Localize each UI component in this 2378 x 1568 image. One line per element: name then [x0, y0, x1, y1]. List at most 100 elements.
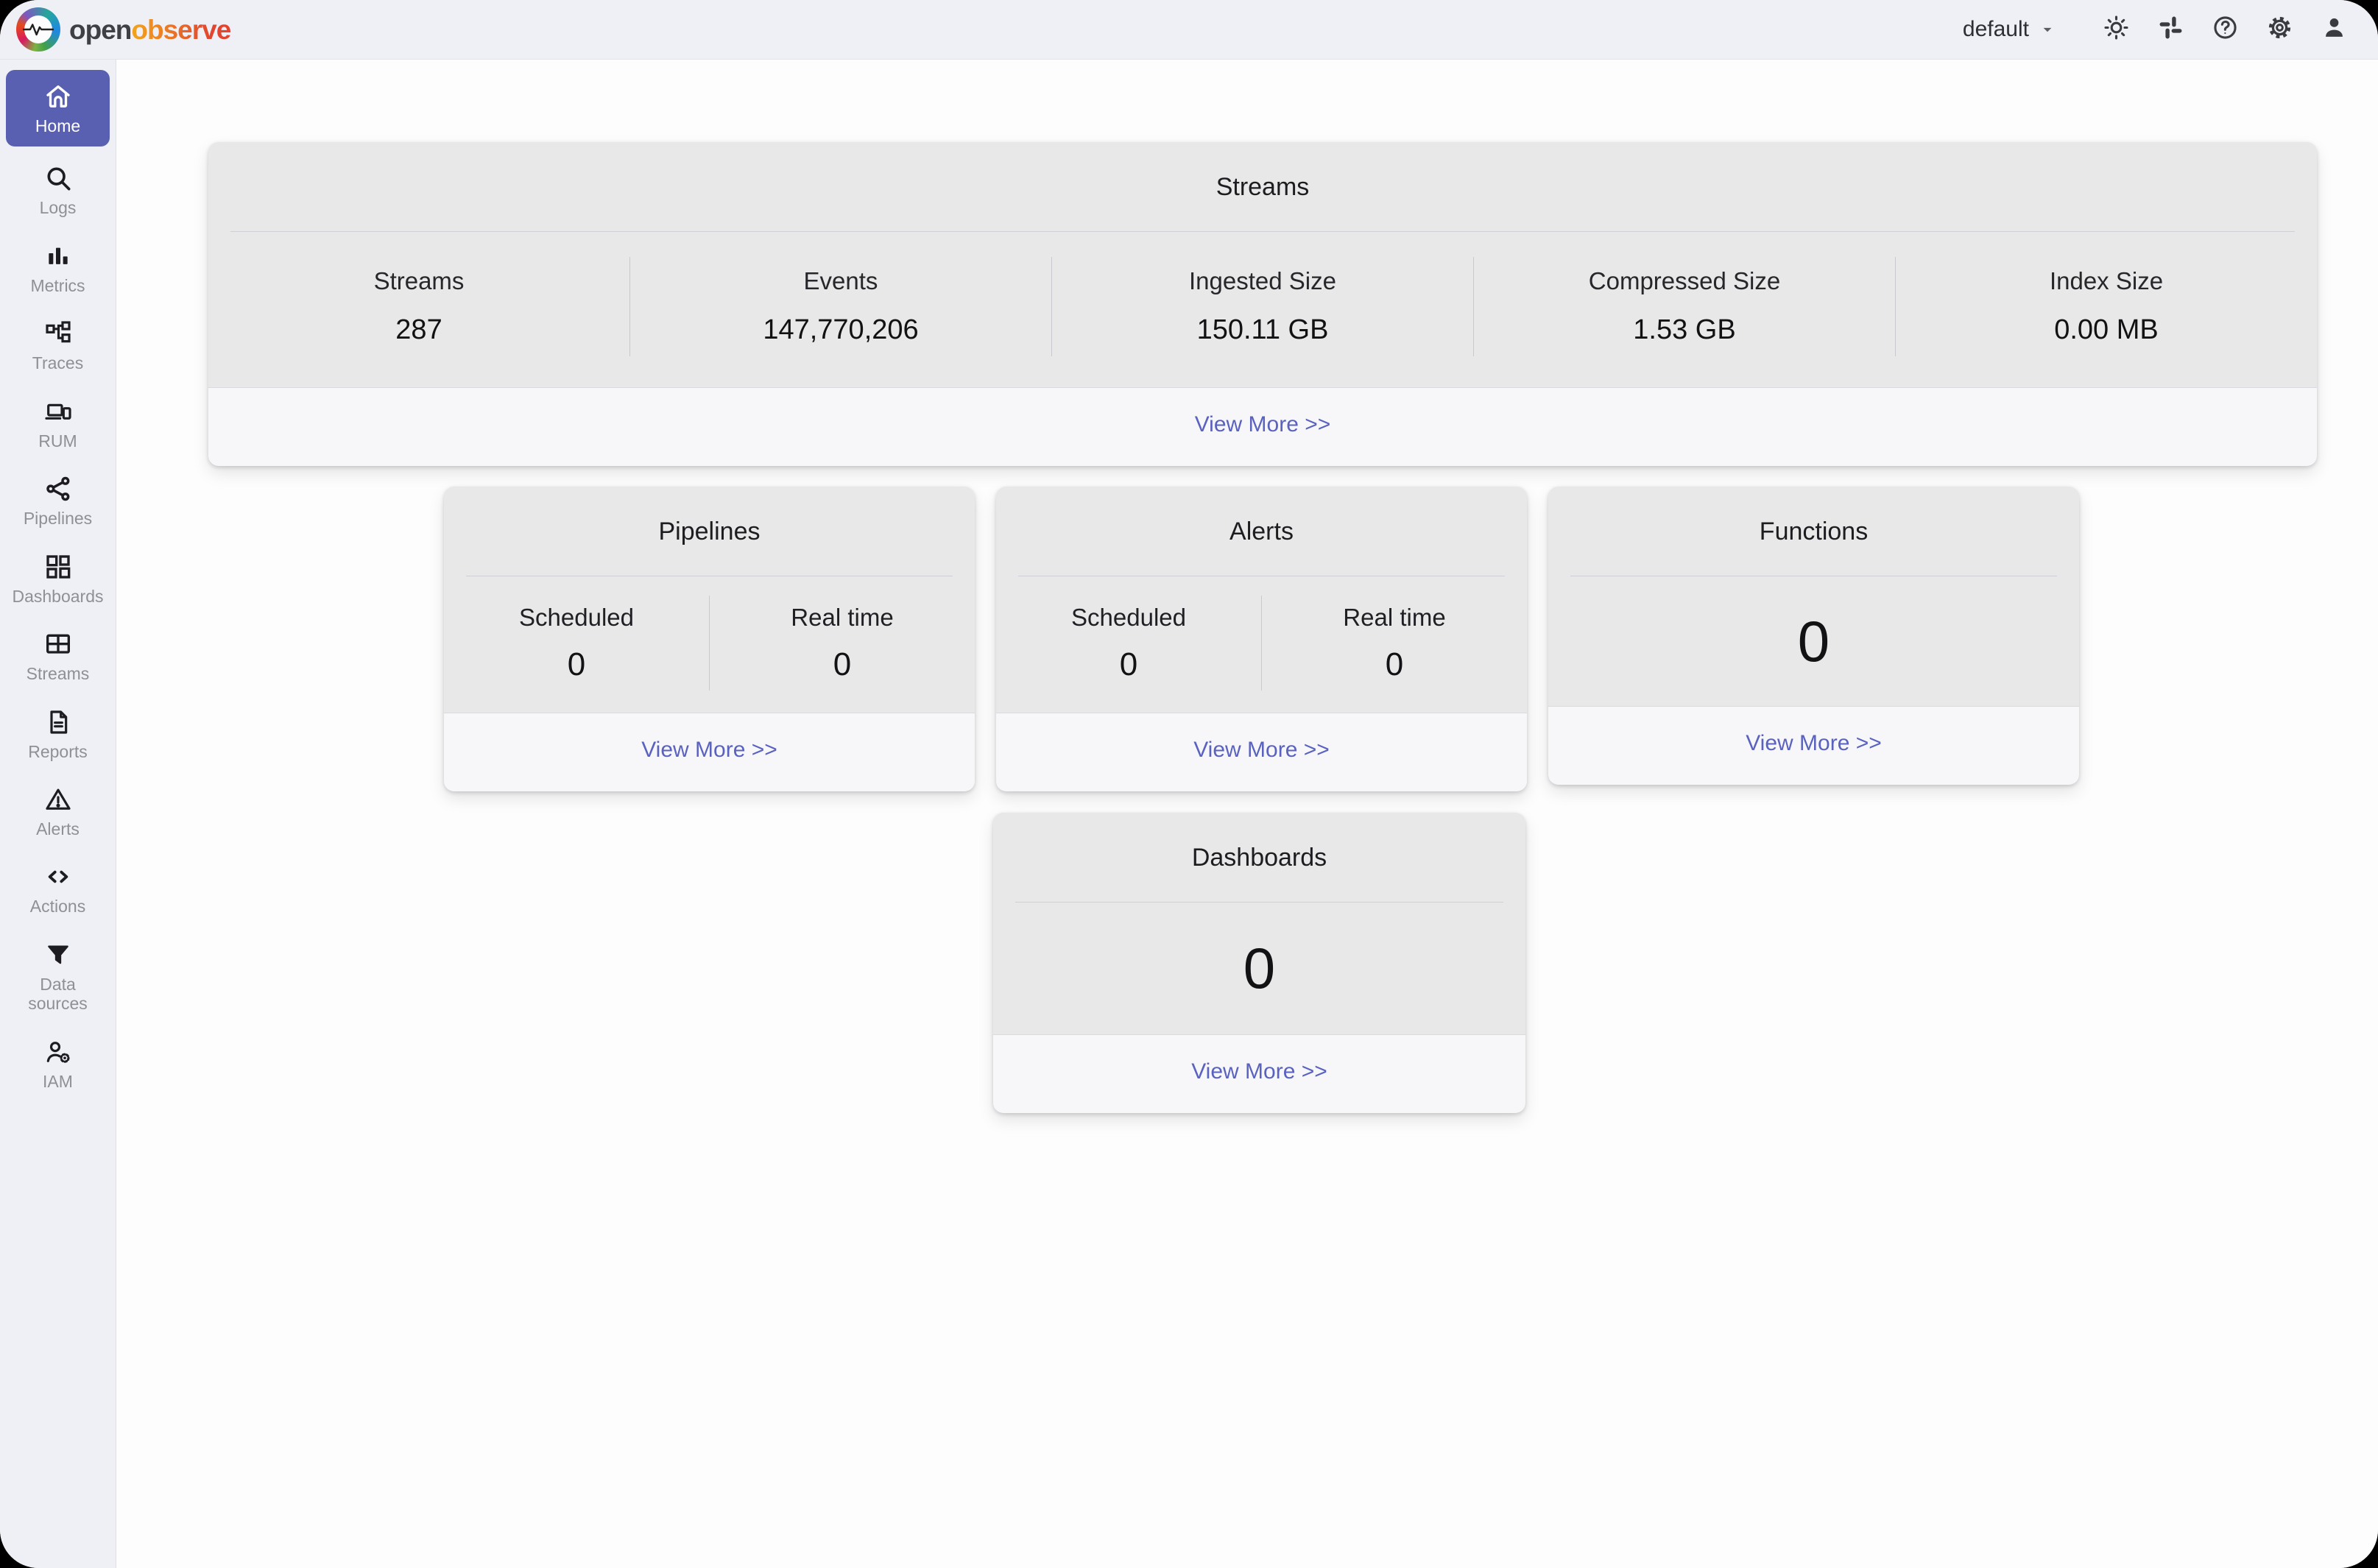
schema-icon — [43, 319, 73, 348]
sidebar-item-label: Home — [35, 116, 80, 135]
pipelines-view-more-link[interactable]: View More >> — [641, 738, 777, 763]
sidebar-item-home[interactable]: Home — [6, 70, 110, 146]
stat-streams: Streams 287 — [208, 257, 629, 356]
alerts-card-title: Alerts — [996, 487, 1527, 546]
stat-value: 287 — [395, 314, 442, 346]
dashboards-view-more-link[interactable]: View More >> — [1191, 1059, 1327, 1084]
stat-events: Events 147,770,206 — [629, 257, 1051, 356]
stat-label: Streams — [374, 267, 465, 295]
sidebar-item-traces[interactable]: Traces — [0, 308, 116, 385]
sidebar-item-rum[interactable]: RUM — [0, 386, 116, 463]
sidebar-item-label: RUM — [38, 431, 77, 451]
sidebar-item-label: Reports — [28, 742, 88, 761]
pipelines-scheduled: Scheduled 0 — [444, 596, 709, 691]
document-icon — [43, 707, 73, 737]
logo-ring-icon — [16, 7, 60, 52]
streams-view-more-link[interactable]: View More >> — [1195, 412, 1331, 437]
app-window: openobserve default — [0, 0, 2378, 1568]
sidebar-nav: Home Logs Metrics — [0, 60, 116, 1568]
stat-label: Ingested Size — [1189, 267, 1336, 295]
home-icon — [43, 82, 73, 111]
dashboards-card-row: Dashboards 0 View More >> — [993, 813, 2378, 1113]
sidebar-item-label: Metrics — [30, 276, 85, 295]
dashboards-card-footer: View More >> — [993, 1034, 1525, 1113]
dashboards-card-title: Dashboards — [993, 813, 1525, 872]
sidebar-item-metrics[interactable]: Metrics — [0, 230, 116, 308]
stat-value: 0 — [833, 646, 851, 683]
stat-value: 0 — [1120, 646, 1137, 683]
topbar-actions: default — [1963, 15, 2349, 44]
alerts-card: Alerts Scheduled 0 Real time 0 View — [996, 487, 1527, 791]
pipelines-stats: Scheduled 0 Real time 0 — [444, 576, 975, 713]
help-button[interactable] — [2210, 15, 2240, 44]
stat-label: Real time — [1343, 604, 1445, 632]
sidebar-item-label: Streams — [27, 664, 90, 683]
dashboard-icon — [43, 552, 73, 582]
sidebar-item-alerts[interactable]: Alerts — [0, 774, 116, 851]
bar-chart-icon — [43, 241, 73, 271]
sidebar-item-streams[interactable]: Streams — [0, 618, 116, 696]
stat-label: Compressed Size — [1589, 267, 1780, 295]
slack-button[interactable] — [2156, 15, 2185, 44]
organization-selector[interactable]: default — [1963, 17, 2057, 42]
share-icon — [43, 474, 73, 504]
main-content: Streams Streams 287 Events 147,770,206 I… — [116, 60, 2378, 1568]
stat-index-size: Index Size 0.00 MB — [1895, 257, 2317, 356]
sidebar-item-label: Alerts — [36, 819, 80, 838]
stat-value: 0 — [1386, 646, 1403, 683]
functions-card-title: Functions — [1548, 487, 2079, 546]
sidebar-item-reports[interactable]: Reports — [0, 696, 116, 774]
devices-icon — [43, 397, 73, 426]
dashboards-count-wrap: 0 — [993, 903, 1525, 1034]
settings-button[interactable] — [2265, 15, 2294, 44]
stat-ingested-size: Ingested Size 150.11 GB — [1051, 257, 1473, 356]
stat-value: 147,770,206 — [763, 314, 918, 346]
openobserve-logo[interactable]: openobserve — [16, 7, 230, 52]
pipelines-realtime: Real time 0 — [709, 596, 975, 691]
alerts-card-footer: View More >> — [996, 713, 1527, 791]
sidebar-item-pipelines[interactable]: Pipelines — [0, 463, 116, 540]
stat-label: Events — [804, 267, 878, 295]
help-icon — [2212, 14, 2239, 45]
stat-value: 0 — [568, 646, 585, 683]
mini-cards-row: Pipelines Scheduled 0 Real time 0 Vi — [444, 487, 2378, 791]
stat-label: Real time — [791, 604, 893, 632]
brand-wordmark: openobserve — [69, 16, 230, 43]
sidebar-item-label: Traces — [32, 353, 83, 372]
sidebar-item-actions[interactable]: Actions — [0, 851, 116, 928]
alerts-view-more-link[interactable]: View More >> — [1193, 738, 1330, 763]
search-icon — [43, 163, 73, 193]
light-mode-icon — [2103, 14, 2130, 45]
sidebar-item-label: Data sources — [10, 975, 106, 1014]
profile-button[interactable] — [2319, 15, 2349, 44]
functions-card-footer: View More >> — [1548, 706, 2079, 785]
streams-stats-row: Streams 287 Events 147,770,206 Ingested … — [208, 232, 2317, 387]
sidebar-item-dashboards[interactable]: Dashboards — [0, 541, 116, 618]
theme-toggle-button[interactable] — [2101, 15, 2131, 44]
streams-card-title: Streams — [208, 142, 2317, 202]
filter-icon — [43, 940, 73, 970]
chevron-down-icon — [2038, 20, 2057, 39]
user-gear-icon — [43, 1037, 73, 1067]
top-bar: openobserve default — [0, 0, 2378, 60]
user-icon — [2321, 14, 2348, 45]
app-body: Home Logs Metrics — [0, 60, 2378, 1568]
code-icon — [43, 862, 73, 891]
stat-compressed-size: Compressed Size 1.53 GB — [1473, 257, 1895, 356]
pipelines-card-footer: View More >> — [444, 713, 975, 791]
sidebar-item-data-sources[interactable]: Data sources — [0, 929, 116, 1026]
streams-summary-card: Streams Streams 287 Events 147,770,206 I… — [208, 142, 2317, 466]
functions-view-more-link[interactable]: View More >> — [1746, 731, 1882, 756]
alerts-stats: Scheduled 0 Real time 0 — [996, 576, 1527, 713]
functions-card: Functions 0 View More >> — [1548, 487, 2079, 785]
sidebar-item-logs[interactable]: Logs — [0, 152, 116, 230]
heartbeat-icon — [16, 7, 60, 52]
brand-observe-text: observe — [131, 15, 230, 45]
streams-card-footer: View More >> — [208, 387, 2317, 466]
stat-value: 1.53 GB — [1633, 314, 1735, 346]
dashboards-card: Dashboards 0 View More >> — [993, 813, 1525, 1113]
sidebar-item-label: Pipelines — [24, 509, 92, 528]
gear-icon — [2266, 14, 2293, 45]
sidebar-item-label: Dashboards — [12, 587, 103, 606]
sidebar-item-iam[interactable]: IAM — [0, 1026, 116, 1103]
